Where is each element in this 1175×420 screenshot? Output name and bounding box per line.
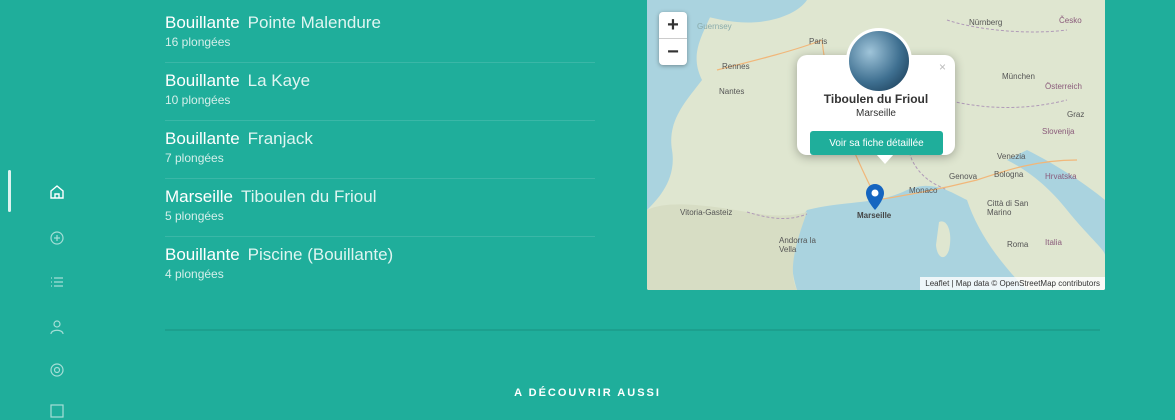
map-label: Andorra la Vella bbox=[779, 236, 816, 254]
divider bbox=[165, 120, 595, 121]
dive-count: 16 plongées bbox=[165, 35, 231, 49]
spot-city: Marseille bbox=[165, 187, 234, 206]
zoom-control: + − bbox=[659, 12, 687, 65]
map-label: Guernsey bbox=[697, 22, 732, 31]
map-attribution[interactable]: Leaflet | Map data © OpenStreetMap contr… bbox=[920, 277, 1105, 290]
dive-count: 10 plongées bbox=[165, 93, 231, 107]
spot-name: Tiboulen du Frioul bbox=[241, 187, 377, 206]
popup-subtitle: Marseille bbox=[855, 108, 896, 119]
map-label: Česko bbox=[1059, 16, 1082, 25]
divider bbox=[165, 236, 595, 237]
popup-title: Tiboulen du Frioul bbox=[823, 92, 929, 106]
map-label: Nürnberg bbox=[969, 18, 1003, 27]
map-label: Rennes bbox=[722, 62, 750, 71]
grid-icon[interactable] bbox=[48, 402, 66, 420]
eye-icon[interactable] bbox=[48, 361, 66, 379]
map-label: Bologna bbox=[994, 170, 1024, 179]
sidebar bbox=[0, 0, 120, 418]
map-label: Nantes bbox=[719, 87, 745, 96]
zoom-in-button[interactable]: + bbox=[659, 12, 687, 38]
map-marker-icon[interactable] bbox=[866, 184, 884, 210]
popup-tip bbox=[876, 154, 894, 164]
map-label: Österreich bbox=[1045, 82, 1082, 91]
map-label: Genova bbox=[949, 172, 978, 181]
map-label: Monaco bbox=[909, 186, 938, 195]
section-heading: A DÉCOUVRIR AUSSI bbox=[514, 387, 661, 399]
spot-name: Pointe Malendure bbox=[247, 13, 381, 32]
map-label: Vitoria-Gasteiz bbox=[680, 208, 733, 217]
spot-city: Bouillante bbox=[165, 129, 240, 148]
map-label: Roma bbox=[1007, 240, 1029, 249]
map-label: Venezia bbox=[997, 152, 1026, 161]
dive-count: 4 plongées bbox=[165, 267, 224, 281]
map-label: Marseille bbox=[857, 211, 892, 220]
user-icon[interactable] bbox=[48, 318, 66, 336]
list-item[interactable]: Bouillante Piscine (Bouillante) 4 plongée… bbox=[165, 245, 605, 303]
map-label: Graz bbox=[1067, 110, 1085, 119]
list-icon[interactable] bbox=[48, 273, 66, 291]
map-label: München bbox=[1002, 72, 1035, 81]
add-circle-icon[interactable] bbox=[48, 229, 66, 247]
divider bbox=[165, 62, 595, 63]
section-divider bbox=[165, 329, 1100, 331]
map-label: Italia bbox=[1045, 238, 1062, 247]
home-icon[interactable] bbox=[48, 183, 66, 201]
spot-city: Bouillante bbox=[165, 245, 240, 264]
map-label: Hrvatska bbox=[1045, 172, 1077, 181]
spot-name: La Kaye bbox=[247, 71, 311, 90]
zoom-out-button[interactable]: − bbox=[659, 38, 687, 65]
close-icon[interactable]: × bbox=[939, 60, 946, 74]
view-details-button[interactable]: Voir sa fiche détaillée bbox=[810, 131, 943, 155]
map-label: Città di San Marino bbox=[987, 199, 1029, 217]
map[interactable]: Guernsey Paris Rennes Nantes Nürnberg Če… bbox=[647, 0, 1105, 290]
dive-count: 5 plongées bbox=[165, 209, 224, 223]
dive-count: 7 plongées bbox=[165, 151, 224, 165]
sidebar-active-indicator bbox=[8, 170, 11, 212]
map-label: Slovenija bbox=[1042, 127, 1075, 136]
spot-photo bbox=[846, 28, 912, 94]
spot-city: Bouillante bbox=[165, 13, 240, 32]
map-label: Paris bbox=[809, 37, 828, 46]
divider bbox=[165, 178, 595, 179]
spot-name: Piscine (Bouillante) bbox=[247, 245, 394, 264]
spot-name: Franjack bbox=[247, 129, 313, 148]
spot-city: Bouillante bbox=[165, 71, 240, 90]
